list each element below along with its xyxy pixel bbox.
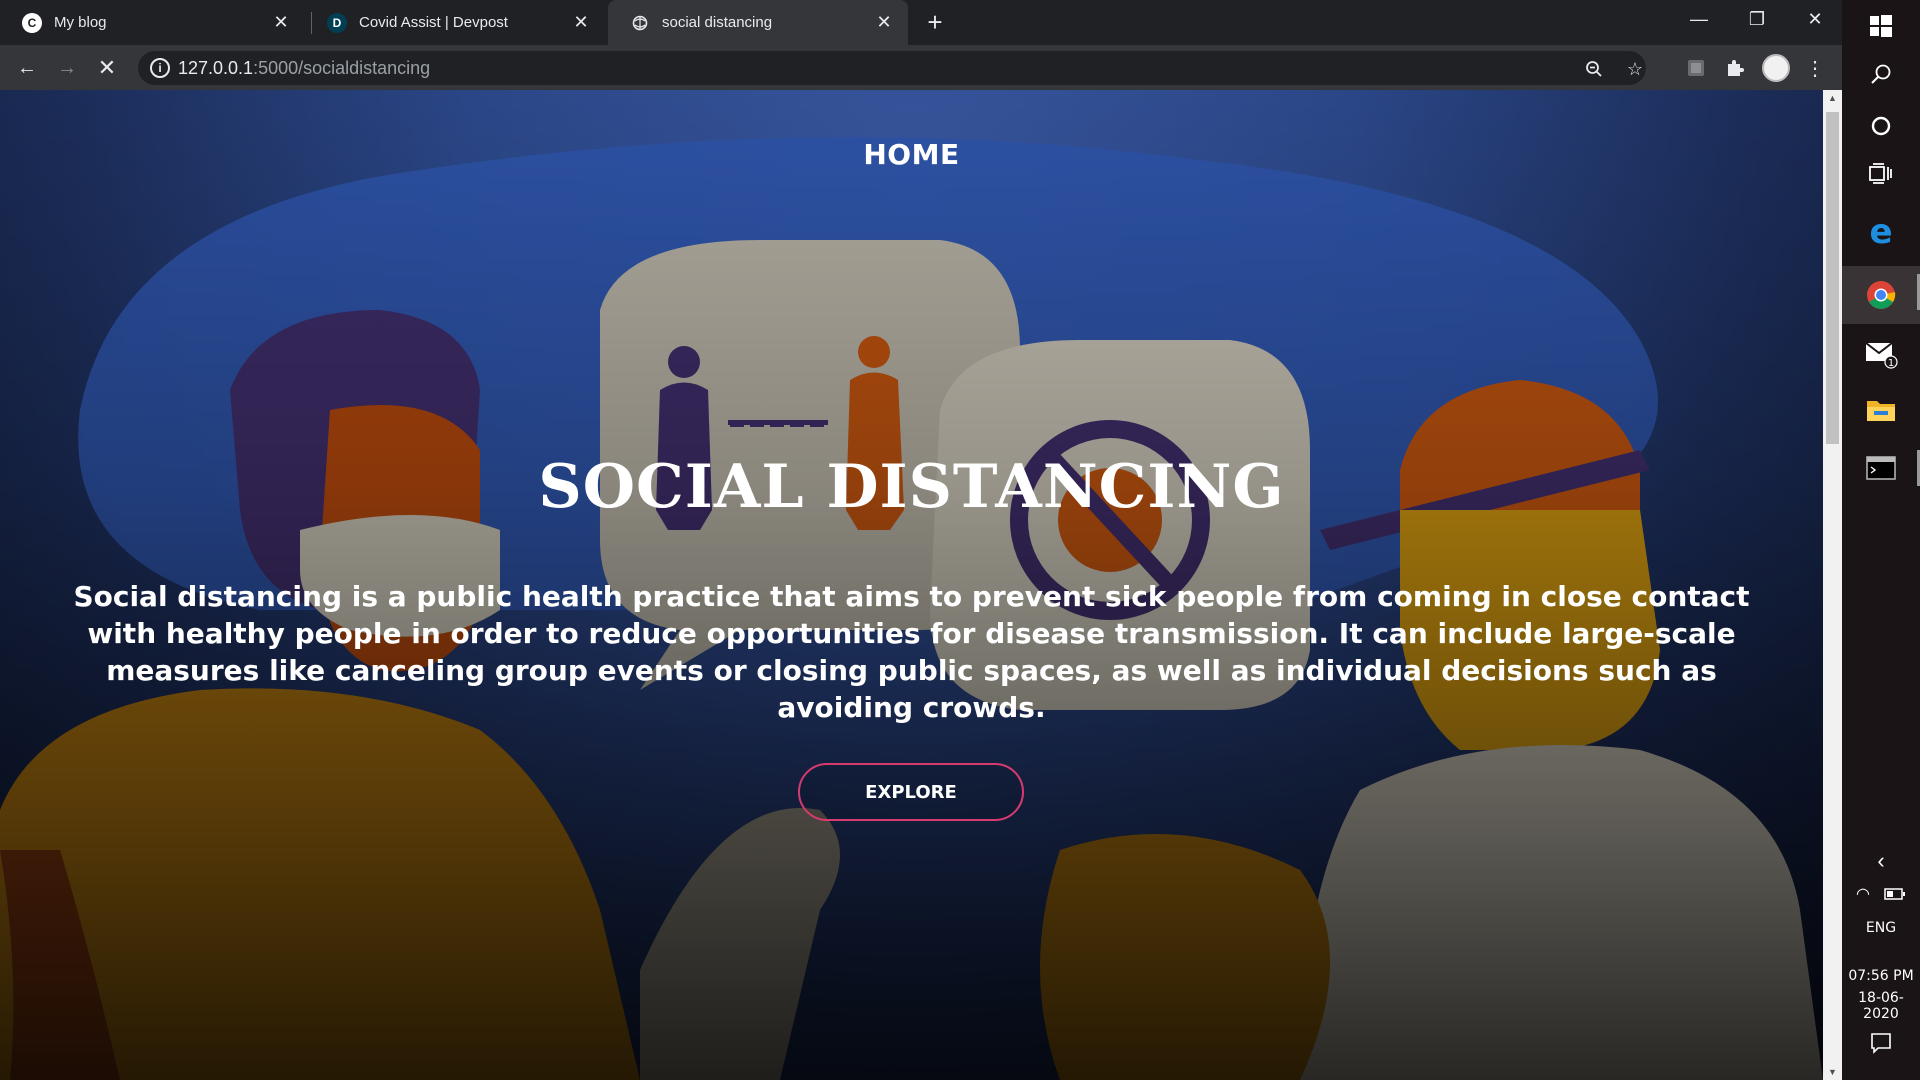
blog-icon: C [22,12,42,33]
address-bar[interactable]: i 127.0.0.1:5000/socialdistancing ☆ [138,51,1646,85]
tab-title: Covid Assist | Devpost [359,14,508,31]
mail-icon[interactable]: 1 [1842,326,1920,378]
browser-toolbar: ← → ✕ i 127.0.0.1:5000/socialdistancing … [0,45,1842,90]
close-tab-icon[interactable]: ✕ [872,11,896,35]
profile-avatar[interactable] [1762,54,1790,82]
task-view-icon[interactable] [1842,148,1920,200]
close-window-button[interactable]: ✕ [1786,0,1844,38]
tab-bar: C My blog ✕ D Covid Assist | Devpost ✕ s… [0,0,1842,45]
bookmark-star-icon[interactable]: ☆ [1623,57,1647,81]
windows-start-icon[interactable] [1842,0,1920,52]
restore-button[interactable]: ❐ [1728,0,1786,38]
tab-title: social distancing [662,14,773,31]
url-text[interactable]: 127.0.0.1:5000/socialdistancing [178,58,430,79]
mail-badge: 1 [1888,358,1894,369]
tab-my-blog[interactable]: C My blog ✕ [0,0,305,45]
chrome-icon[interactable] [1842,266,1920,324]
clock-time[interactable]: 07:56 PM [1842,968,1920,984]
explore-button[interactable]: EXPLORE [798,763,1024,821]
extensions-puzzle-icon[interactable] [1719,52,1751,84]
tab-social-distancing[interactable]: social distancing ✕ [608,0,908,45]
windows-taskbar: e 1 ‹ ◠ ENG 07:56 PM 18-06-2020 [1842,0,1920,1080]
devpost-icon: D [327,12,347,33]
site-info-icon[interactable]: i [150,58,170,78]
wifi-icon[interactable]: ◠ [1856,884,1870,904]
zoom-icon[interactable] [1582,57,1606,81]
file-explorer-icon[interactable] [1842,384,1920,436]
system-tray-icons: ◠ [1842,876,1920,912]
scroll-down-arrow[interactable]: ▼ [1823,1064,1842,1080]
edge-browser-icon[interactable]: e [1842,206,1920,258]
close-tab-icon[interactable]: ✕ [269,11,293,35]
battery-icon[interactable] [1884,887,1906,901]
new-tab-button[interactable]: + [921,7,949,37]
hero-description: Social distancing is a public health pra… [73,580,1750,724]
scroll-thumb[interactable] [1826,112,1839,444]
back-button[interactable]: ← [11,52,43,84]
tab-title: My blog [54,14,107,31]
globe-icon [630,13,650,33]
cortana-icon[interactable] [1842,100,1920,152]
extension-icon[interactable] [1680,52,1712,84]
scroll-up-arrow[interactable]: ▲ [1823,90,1842,106]
action-center-icon[interactable] [1842,1018,1920,1068]
input-language[interactable]: ENG [1842,920,1920,936]
page-title: SOCIAL DISTANCING [538,452,1285,522]
page-viewport: HOME SOCIAL DISTANCING Social distancing… [0,90,1823,1080]
tab-devpost[interactable]: D Covid Assist | Devpost ✕ [305,0,605,45]
stop-loading-button[interactable]: ✕ [91,52,123,84]
minimize-button[interactable]: — [1670,0,1728,38]
search-icon[interactable] [1842,48,1920,100]
nav-home-link[interactable]: HOME [0,138,1823,171]
page-scrollbar[interactable]: ▲ ▼ [1823,90,1842,1080]
close-tab-icon[interactable]: ✕ [569,11,593,35]
forward-button[interactable]: → [51,52,83,84]
terminal-icon[interactable] [1842,442,1920,494]
menu-icon[interactable]: ⋮ [1799,52,1831,84]
